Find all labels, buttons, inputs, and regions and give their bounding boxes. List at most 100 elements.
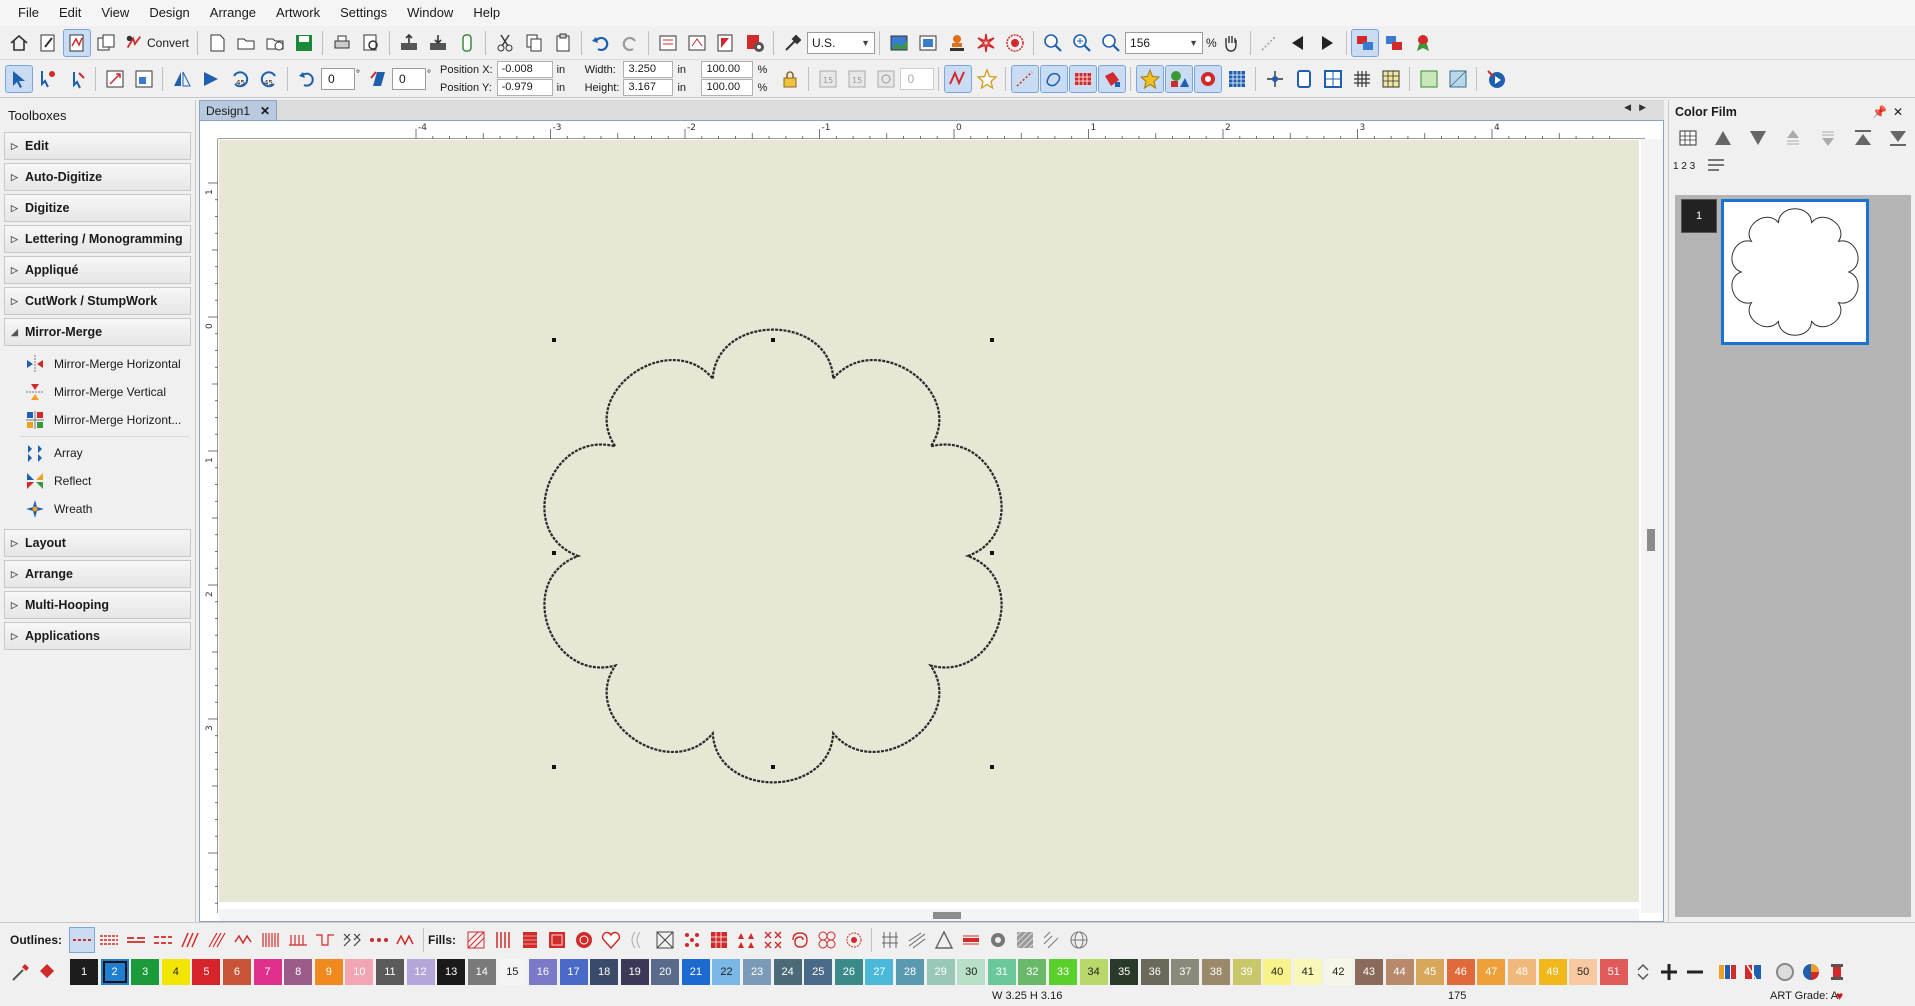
slant-angle-input[interactable]: 0: [392, 67, 426, 90]
close-icon[interactable]: ✕: [1893, 105, 1909, 119]
color-swatch-10[interactable]: 10: [345, 959, 374, 985]
color-swatch-2[interactable]: 2: [100, 959, 129, 985]
palette-scroll-button[interactable]: [1630, 959, 1656, 985]
color-swatch-4[interactable]: 4: [161, 959, 190, 985]
zoom-fit-button[interactable]: [1040, 30, 1066, 56]
resize-handle[interactable]: [990, 551, 994, 555]
fabric-button[interactable]: [1416, 66, 1442, 92]
color-swatch-11[interactable]: 11: [375, 959, 404, 985]
freehand-button[interactable]: [1039, 64, 1068, 93]
circle-view-button[interactable]: [1772, 959, 1798, 985]
outline-slant-stitch[interactable]: [205, 928, 229, 952]
toolbox-cutwork[interactable]: ▷ CutWork / StumpWork: [4, 287, 191, 315]
shapes-button[interactable]: [1164, 64, 1193, 93]
menu-edit[interactable]: Edit: [49, 0, 91, 26]
scallop-outline-shape[interactable]: [543, 328, 1003, 784]
color-swatch-51[interactable]: 51: [1599, 959, 1628, 985]
show-grid-button[interactable]: [1349, 66, 1375, 92]
color-swatch-21[interactable]: 21: [681, 959, 710, 985]
stitch-type-button[interactable]: [943, 64, 972, 93]
color-film-view-button[interactable]: [1675, 125, 1701, 151]
fill-crescent[interactable]: [626, 928, 650, 952]
width-input[interactable]: 3.250: [623, 61, 674, 78]
outline-satin-stitch[interactable]: [178, 928, 202, 952]
color-film-thumbnail[interactable]: [1721, 199, 1869, 345]
color-swatch-44[interactable]: 44: [1385, 959, 1414, 985]
thread-chart-button[interactable]: [1714, 959, 1740, 985]
hoop-view-button[interactable]: [915, 30, 941, 56]
appliqué-shape-button[interactable]: [1193, 64, 1222, 93]
mirror-vertical-button[interactable]: [198, 66, 224, 92]
move-up-one-button[interactable]: [1780, 125, 1806, 151]
resize-handle[interactable]: [771, 765, 775, 769]
outline-candlewick-stitch[interactable]: [259, 928, 283, 952]
width-percent-input[interactable]: 100.00: [701, 61, 754, 78]
menu-settings[interactable]: Settings: [330, 0, 397, 26]
color-swatch-47[interactable]: 47: [1477, 959, 1506, 985]
home-button[interactable]: [6, 30, 32, 56]
mirror-merge-horizontal-vertical-item[interactable]: Mirror-Merge Horizont...: [0, 406, 195, 434]
toolbox-multi-hooping[interactable]: ▷ Multi-Hooping: [4, 591, 191, 619]
scale-button[interactable]: [131, 66, 157, 92]
toolbox-digitize[interactable]: ▷ Digitize: [4, 194, 191, 222]
color-swatch-45[interactable]: 45: [1416, 959, 1445, 985]
color-swatch-32[interactable]: 32: [1018, 959, 1047, 985]
zoom-out-button[interactable]: [1098, 30, 1124, 56]
color-swatch-14[interactable]: 14: [467, 959, 496, 985]
save-button[interactable]: [291, 30, 317, 56]
toolbox-edit[interactable]: ▷ Edit: [4, 132, 191, 160]
color-fill-button[interactable]: [34, 959, 60, 985]
menu-arrange[interactable]: Arrange: [200, 0, 266, 26]
spool-button[interactable]: [1824, 959, 1850, 985]
fill-pattern-button[interactable]: [1068, 64, 1097, 93]
show-objects-button[interactable]: [1351, 28, 1380, 57]
fill-triangles[interactable]: [734, 928, 758, 952]
color-swatch-31[interactable]: 31: [987, 959, 1016, 985]
color-swatch-35[interactable]: 35: [1110, 959, 1139, 985]
ribbon-button[interactable]: [1410, 30, 1436, 56]
fill-fancy[interactable]: [491, 928, 515, 952]
resize-button[interactable]: [102, 66, 128, 92]
scroll-thumb[interactable]: [933, 912, 961, 919]
color-swatch-23[interactable]: 23: [743, 959, 772, 985]
copy-button[interactable]: [521, 30, 547, 56]
color-swatch-36[interactable]: 36: [1140, 959, 1169, 985]
color-swatch-28[interactable]: 28: [896, 959, 925, 985]
color-swatch-7[interactable]: 7: [253, 959, 282, 985]
fill-piecework[interactable]: [878, 928, 902, 952]
menu-window[interactable]: Window: [397, 0, 463, 26]
color-swatch-37[interactable]: 37: [1171, 959, 1200, 985]
lasso-select-button[interactable]: [64, 66, 90, 92]
menu-design[interactable]: Design: [139, 0, 199, 26]
digitize-mode-button[interactable]: [62, 28, 91, 57]
move-to-bottom-button[interactable]: [1885, 125, 1911, 151]
tab-scroll-arrows[interactable]: ◀▶: [1624, 102, 1654, 113]
export-button[interactable]: [396, 30, 422, 56]
color-swatch-26[interactable]: 26: [834, 959, 863, 985]
design-canvas[interactable]: [219, 140, 1639, 902]
scroll-thumb[interactable]: [1647, 529, 1655, 551]
rotate-left-45-button[interactable]: 45: [227, 66, 253, 92]
select-tool-button[interactable]: [4, 64, 33, 93]
zoom-select[interactable]: 156 ▼: [1125, 31, 1204, 54]
angle-15b-button[interactable]: 15: [844, 66, 870, 92]
resize-handle[interactable]: [990, 338, 994, 342]
color-film-item-number[interactable]: 1: [1681, 199, 1717, 233]
fill-hatch[interactable]: [1040, 928, 1064, 952]
convert-button[interactable]: Convert: [120, 30, 193, 56]
rotate-button[interactable]: [294, 66, 320, 92]
rotate-angle-input[interactable]: 0: [321, 67, 355, 90]
stamp-button[interactable]: [944, 30, 970, 56]
color-swatch-43[interactable]: 43: [1354, 959, 1383, 985]
fill-heart[interactable]: [599, 928, 623, 952]
color-swatch-3[interactable]: 3: [131, 959, 160, 985]
send-button[interactable]: [425, 30, 451, 56]
outline-e-stitch[interactable]: [313, 928, 337, 952]
pin-icon[interactable]: 📌: [1872, 105, 1893, 119]
color-swatch-18[interactable]: 18: [590, 959, 619, 985]
eyedropper-button[interactable]: [8, 959, 34, 985]
star-tool-button[interactable]: [974, 66, 1000, 92]
fill-celtic[interactable]: [815, 928, 839, 952]
snap-grid-button[interactable]: [1378, 66, 1404, 92]
color-swatch-19[interactable]: 19: [620, 959, 649, 985]
